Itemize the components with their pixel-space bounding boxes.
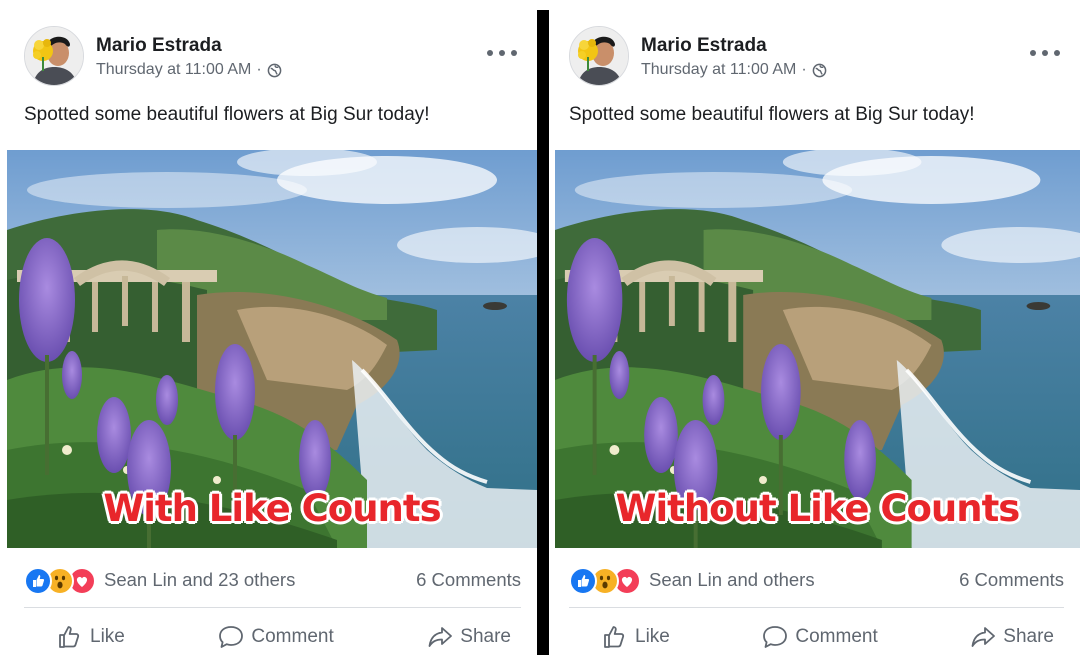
- post-meta: Thursday at 11:00 AM ·: [96, 61, 282, 79]
- like-button[interactable]: Like: [601, 620, 670, 654]
- post-caption: Spotted some beautiful flowers at Big Su…: [569, 104, 975, 125]
- globe-icon[interactable]: [267, 63, 282, 78]
- more-options-icon[interactable]: [1030, 46, 1060, 60]
- post-meta: Thursday at 11:00 AM ·: [641, 61, 827, 79]
- author-avatar[interactable]: [24, 26, 84, 86]
- reaction-names[interactable]: Sean Lin and others: [649, 569, 815, 591]
- reactions-summary: Sean Lin and others 6 Comments: [569, 566, 1064, 595]
- reaction-icons[interactable]: [569, 567, 641, 595]
- post-header: Mario Estrada Thursday at 11:00 AM ·: [24, 26, 517, 90]
- share-button-label: Share: [1003, 626, 1054, 647]
- author-name[interactable]: Mario Estrada: [641, 35, 767, 57]
- thumbs-up-icon: [604, 626, 625, 648]
- post-actions: Like Comment Share: [569, 620, 1064, 654]
- share-arrow-icon: [971, 627, 996, 647]
- speech-bubble-icon: [219, 626, 244, 648]
- share-arrow-icon: [428, 627, 453, 647]
- big-sur-landscape-image: [555, 150, 1080, 548]
- post-timestamp[interactable]: Thursday at 11:00 AM: [96, 61, 251, 79]
- author-avatar[interactable]: [569, 26, 629, 86]
- facebook-post-with-like-counts: Mario Estrada Thursday at 11:00 AM · Spo…: [0, 0, 537, 655]
- comment-count[interactable]: 6 Comments: [416, 569, 521, 591]
- share-button-label: Share: [460, 626, 511, 647]
- post-photo[interactable]: [7, 150, 537, 548]
- post-header: Mario Estrada Thursday at 11:00 AM ·: [569, 26, 1060, 90]
- reaction-names[interactable]: Sean Lin and 23 others: [104, 569, 295, 591]
- like-button-label: Like: [635, 626, 670, 647]
- post-photo[interactable]: [555, 150, 1080, 548]
- like-reaction-icon: [24, 567, 52, 595]
- comment-button[interactable]: Comment: [761, 620, 878, 654]
- like-button-label: Like: [90, 626, 125, 647]
- comment-button-label: Comment: [251, 626, 334, 647]
- thumbs-up-icon: [59, 626, 80, 648]
- post-actions: Like Comment Share: [24, 620, 521, 654]
- like-reaction-icon: [569, 567, 597, 595]
- share-button[interactable]: Share: [969, 620, 1054, 654]
- big-sur-landscape-image: [7, 150, 537, 548]
- post-caption: Spotted some beautiful flowers at Big Su…: [24, 104, 430, 125]
- comparison-screenshot: Mario Estrada Thursday at 11:00 AM · Spo…: [0, 0, 1080, 655]
- meta-separator: ·: [801, 61, 807, 78]
- comment-button-label: Comment: [795, 626, 878, 647]
- reactions-summary: Sean Lin and 23 others 6 Comments: [24, 566, 521, 595]
- like-button[interactable]: Like: [56, 620, 125, 654]
- comment-button[interactable]: Comment: [217, 620, 334, 654]
- globe-icon[interactable]: [812, 63, 827, 78]
- divider-line: [24, 607, 521, 608]
- comment-count[interactable]: 6 Comments: [959, 569, 1064, 591]
- meta-separator: ·: [256, 61, 262, 78]
- share-button[interactable]: Share: [426, 620, 511, 654]
- facebook-post-without-like-counts: Mario Estrada Thursday at 11:00 AM · Spo…: [549, 0, 1080, 655]
- center-divider: [537, 10, 549, 655]
- divider-line: [569, 607, 1064, 608]
- more-options-icon[interactable]: [487, 46, 517, 60]
- speech-bubble-icon: [763, 626, 788, 648]
- author-name[interactable]: Mario Estrada: [96, 35, 222, 57]
- post-timestamp[interactable]: Thursday at 11:00 AM: [641, 61, 796, 79]
- reaction-icons[interactable]: [24, 567, 96, 595]
